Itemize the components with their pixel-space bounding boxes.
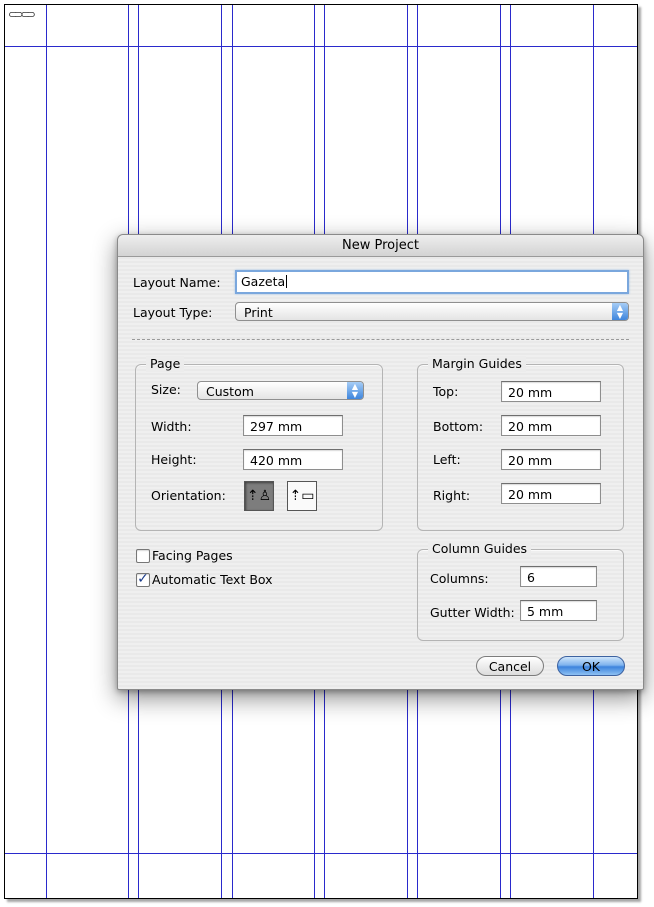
separator — [132, 339, 629, 340]
bottom-label: Bottom: — [433, 419, 484, 434]
right-margin-field[interactable]: 20 mm — [501, 483, 601, 504]
right-label: Right: — [433, 488, 471, 503]
width-label: Width: — [151, 419, 192, 434]
layout-type-value: Print — [244, 305, 273, 320]
automatic-text-box-checkbox[interactable]: ✓ — [136, 571, 150, 587]
width-field[interactable]: 297 mm — [243, 415, 343, 436]
facing-pages-checkbox[interactable] — [136, 549, 150, 563]
bottom-margin-field[interactable]: 20 mm — [501, 415, 601, 436]
column-guides-group: Column Guides Columns: 6 Gutter Width: 5… — [417, 541, 624, 641]
top-label: Top: — [433, 384, 459, 399]
layout-type-label: Layout Type: — [133, 305, 213, 320]
popup-arrows-icon: ▲ ▼ — [612, 303, 628, 320]
layout-type-popup[interactable]: Print ▲ ▼ — [235, 302, 629, 321]
size-popup[interactable]: Custom ▲ ▼ — [197, 381, 364, 400]
height-field[interactable]: 420 mm — [243, 449, 343, 470]
gutter-width-field[interactable]: 5 mm — [520, 600, 597, 621]
orientation-label: Orientation: — [151, 488, 226, 503]
page-group-title: Page — [146, 356, 185, 372]
column-guides-title: Column Guides — [428, 541, 532, 557]
top-margin-field[interactable]: 20 mm — [501, 381, 601, 402]
portrait-orientation-icon[interactable]: ⇡♙ — [244, 481, 274, 511]
page-group: Page Size: Custom ▲ ▼ Width: 297 mm Heigh… — [135, 356, 383, 531]
ok-button[interactable]: OK — [557, 656, 625, 676]
text-caret — [286, 275, 288, 288]
margin-guide-left — [46, 5, 47, 898]
facing-pages-label: Facing Pages — [152, 548, 233, 563]
layout-name-field[interactable]: Gazeta — [235, 270, 629, 294]
gutter-width-label: Gutter Width: — [430, 605, 515, 620]
checkmark-icon: ✓ — [137, 571, 149, 587]
automatic-text-box-label: Automatic Text Box — [152, 572, 273, 587]
left-margin-field[interactable]: 20 mm — [501, 449, 601, 470]
columns-field[interactable]: 6 — [520, 566, 597, 587]
layout-name-label: Layout Name: — [133, 275, 221, 290]
new-project-dialog: New Project Layout Name: Gazeta Layout T… — [117, 234, 644, 690]
margin-guides-title: Margin Guides — [428, 356, 526, 372]
margin-guide-top — [5, 46, 637, 47]
link-chain-icon[interactable]: ⊂⊃⊂⊃ — [8, 8, 36, 22]
landscape-orientation-icon[interactable]: ⇡▭ — [287, 481, 317, 511]
dialog-title: New Project — [118, 235, 643, 257]
margin-guides-group: Margin Guides Top: 20 mm Bottom: 20 mm L… — [417, 356, 624, 531]
left-label: Left: — [433, 452, 461, 467]
popup-arrows-icon: ▲ ▼ — [347, 382, 363, 399]
columns-label: Columns: — [430, 571, 489, 586]
margin-guide-bottom — [5, 853, 637, 854]
layout-name-value: Gazeta — [241, 274, 286, 289]
cancel-button[interactable]: Cancel — [476, 656, 544, 676]
size-label: Size: — [151, 382, 181, 397]
height-label: Height: — [151, 452, 197, 467]
size-value: Custom — [206, 384, 254, 399]
